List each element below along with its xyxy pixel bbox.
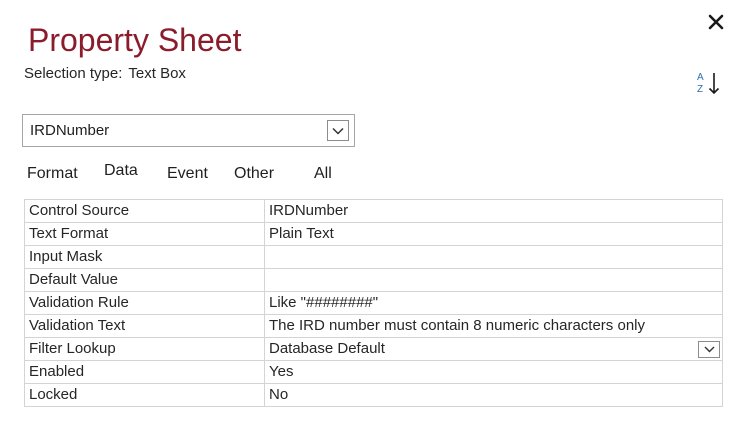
selection-type: Selection type: Text Box xyxy=(24,64,186,84)
tab-format[interactable]: Format xyxy=(27,162,78,186)
sort-label-z: Z xyxy=(697,84,703,95)
object-selector-value: IRDNumber xyxy=(30,122,110,139)
property-value[interactable]: Yes xyxy=(264,360,723,384)
tab-all[interactable]: All xyxy=(314,162,332,186)
object-selector-dropdown-button[interactable] xyxy=(327,120,349,141)
property-row-text-format: Text Format Plain Text xyxy=(24,222,723,246)
property-value-cell[interactable]: Database Default xyxy=(264,337,723,361)
property-name[interactable]: Control Source xyxy=(24,199,265,223)
property-name[interactable]: Enabled xyxy=(24,360,265,384)
property-grid: Control Source IRDNumber Text Format Pla… xyxy=(24,199,723,407)
property-row-validation-text: Validation Text The IRD number must cont… xyxy=(24,314,723,338)
property-name[interactable]: Text Format xyxy=(24,222,265,246)
close-button[interactable] xyxy=(702,8,730,36)
property-name[interactable]: Default Value xyxy=(24,268,265,292)
property-name[interactable]: Filter Lookup xyxy=(24,337,265,361)
property-tabs: Format Data Event Other All xyxy=(0,162,742,186)
property-row-locked: Locked No xyxy=(24,383,723,407)
property-name[interactable]: Validation Rule xyxy=(24,291,265,315)
property-name[interactable]: Validation Text xyxy=(24,314,265,338)
property-value[interactable]: IRDNumber xyxy=(264,199,723,223)
property-value[interactable] xyxy=(264,268,723,292)
property-row-default-value: Default Value xyxy=(24,268,723,292)
tab-other[interactable]: Other xyxy=(234,162,274,186)
sort-button[interactable]: A Z xyxy=(694,68,724,98)
property-value: Database Default xyxy=(269,340,385,357)
property-row-enabled: Enabled Yes xyxy=(24,360,723,384)
chevron-down-icon xyxy=(332,127,344,135)
sort-label-a: A xyxy=(697,72,704,83)
property-value[interactable]: Like "########" xyxy=(264,291,723,315)
page-title: Property Sheet xyxy=(28,22,242,58)
property-value[interactable]: No xyxy=(264,383,723,407)
tab-event[interactable]: Event xyxy=(167,162,208,186)
property-name[interactable]: Locked xyxy=(24,383,265,407)
object-selector[interactable]: IRDNumber xyxy=(22,114,355,147)
property-value[interactable]: The IRD number must contain 8 numeric ch… xyxy=(264,314,723,338)
sort-az-icon: A Z xyxy=(697,72,720,95)
property-row-filter-lookup: Filter Lookup Database Default xyxy=(24,337,723,361)
selection-type-label: Selection type: xyxy=(24,65,123,82)
property-row-control-source: Control Source IRDNumber xyxy=(24,199,723,223)
property-row-validation-rule: Validation Rule Like "########" xyxy=(24,291,723,315)
filter-lookup-dropdown-button[interactable] xyxy=(698,341,720,358)
property-value[interactable] xyxy=(264,245,723,269)
tab-data[interactable]: Data xyxy=(104,159,138,183)
property-name[interactable]: Input Mask xyxy=(24,245,265,269)
close-icon xyxy=(708,14,724,30)
selection-type-value: Text Box xyxy=(128,65,186,82)
chevron-down-icon xyxy=(704,346,714,353)
property-value[interactable]: Plain Text xyxy=(264,222,723,246)
property-row-input-mask: Input Mask xyxy=(24,245,723,269)
